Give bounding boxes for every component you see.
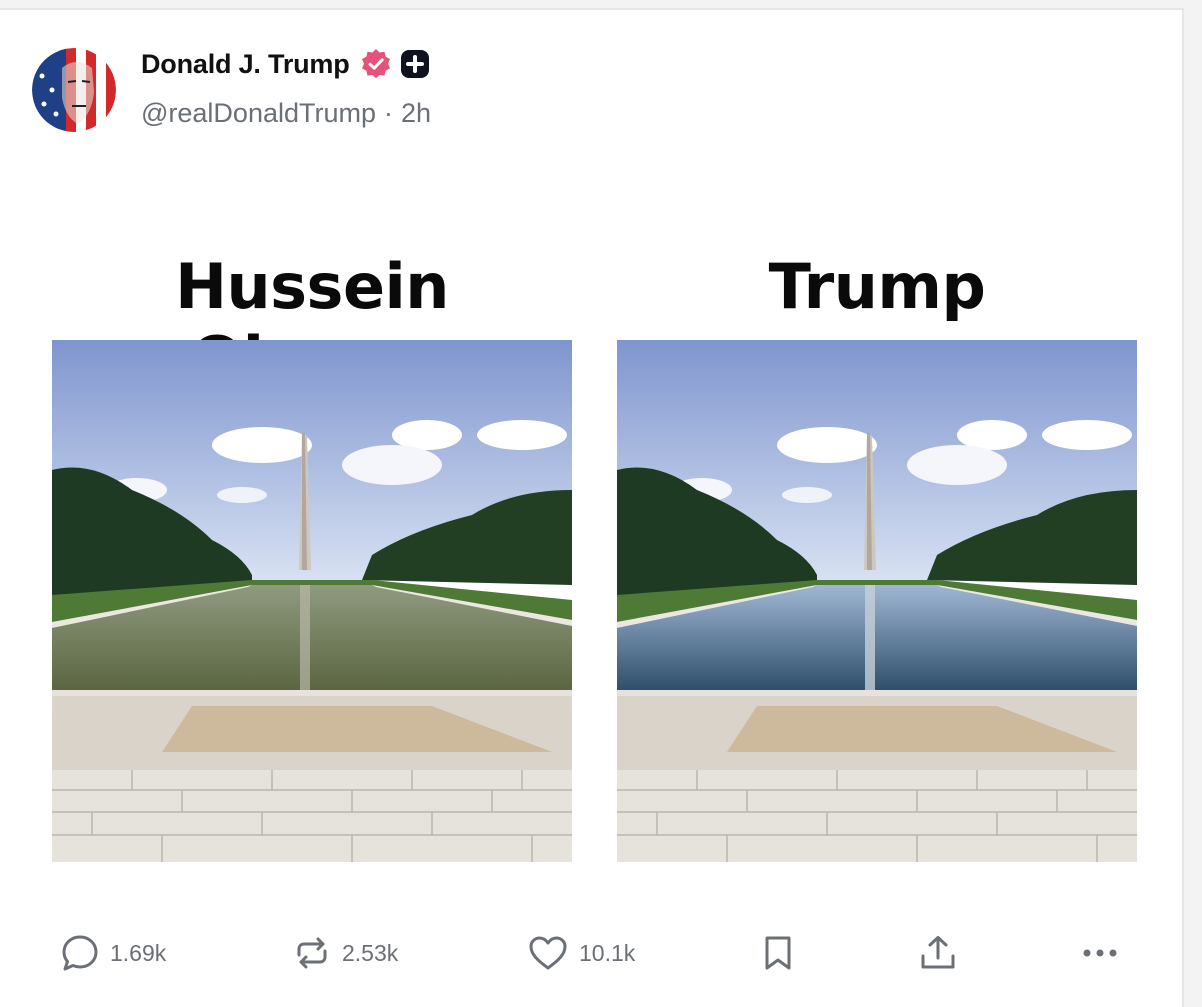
separator-dot: · <box>384 98 393 128</box>
reply-count: 1.69k <box>110 939 167 966</box>
action-bar: 1.69k 2.53k 10.1k <box>0 928 1182 978</box>
author-handle[interactable]: @realDonaldTrump <box>141 98 376 129</box>
reply-button[interactable]: 1.69k <box>60 928 166 978</box>
repost-button[interactable]: 2.53k <box>292 928 398 978</box>
bookmark-button[interactable] <box>758 928 798 978</box>
author-name[interactable]: Donald J. Trump <box>141 49 350 80</box>
like-button[interactable]: 10.1k <box>527 928 635 978</box>
avatar[interactable] <box>32 48 116 132</box>
heart-icon <box>527 933 569 973</box>
share-upload-icon <box>918 933 958 973</box>
repost-count: 2.53k <box>342 939 399 966</box>
more-options-button[interactable] <box>1080 928 1120 978</box>
meme-photo-right[interactable] <box>617 340 1137 862</box>
verified-badge-icon <box>360 48 392 80</box>
share-button[interactable] <box>918 928 958 978</box>
reply-icon <box>60 933 100 973</box>
meme-caption-right: Trump <box>768 250 986 323</box>
plus-badge-icon <box>400 49 430 79</box>
more-dots-icon <box>1080 933 1120 973</box>
repost-icon <box>292 933 332 973</box>
post-card[interactable]: Donald J. Trump @realDonaldTrump · 2h Hu… <box>0 8 1184 1007</box>
handle-row: @realDonaldTrump · 2h <box>141 98 431 129</box>
author-row: Donald J. Trump <box>141 48 430 80</box>
bookmark-icon <box>758 933 798 973</box>
meme-photo-left[interactable] <box>52 340 572 862</box>
like-count: 10.1k <box>579 939 636 966</box>
post-timestamp[interactable]: 2h <box>401 98 431 129</box>
